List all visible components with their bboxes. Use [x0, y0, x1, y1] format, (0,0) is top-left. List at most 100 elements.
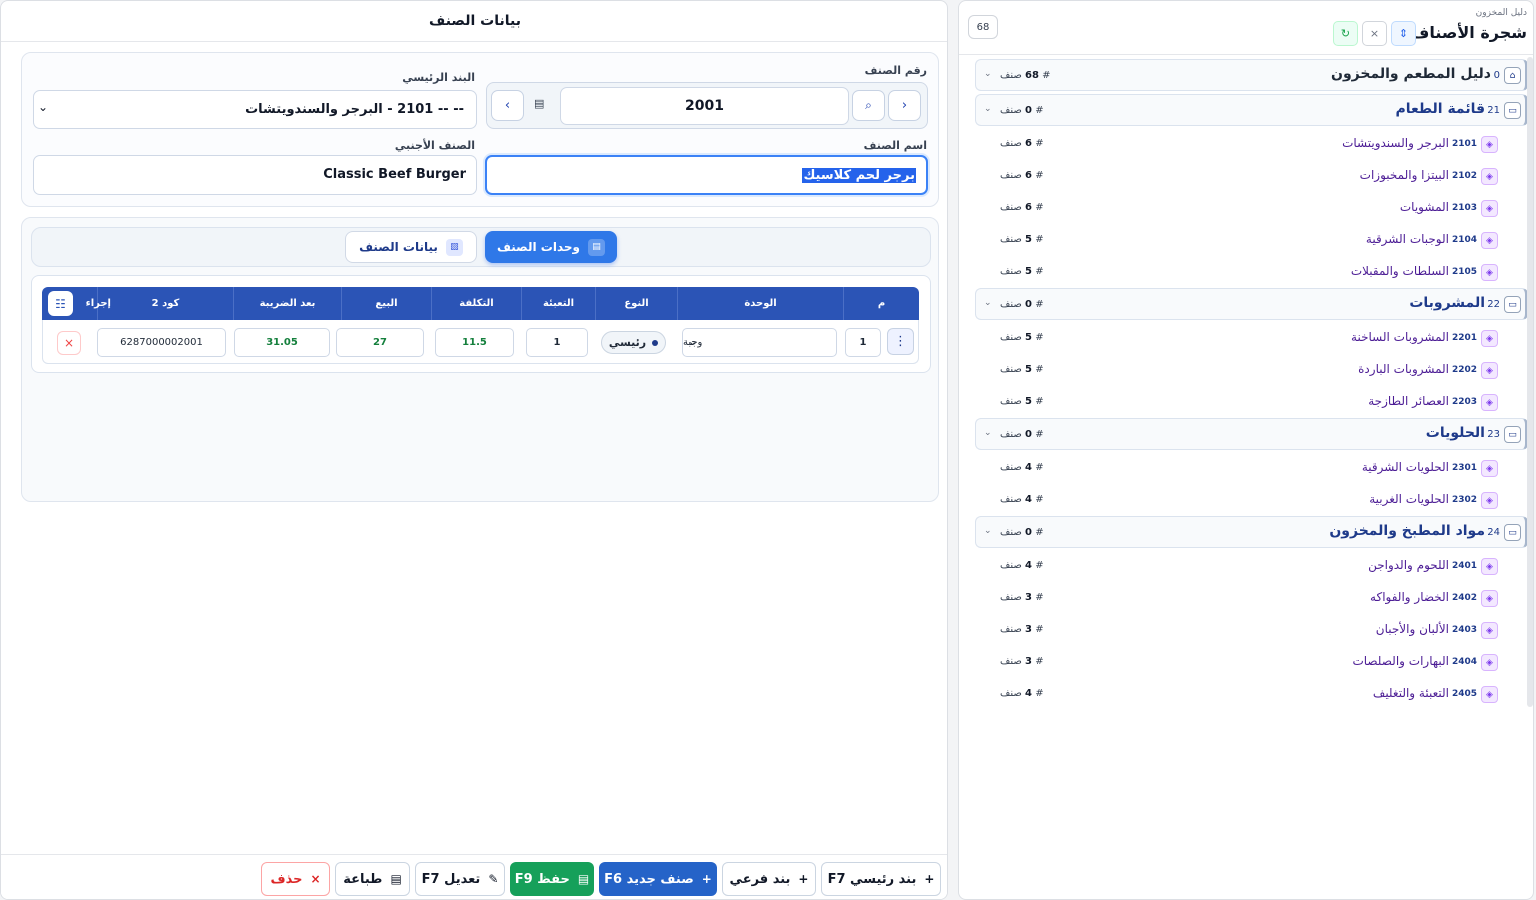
row-index[interactable]: 1	[845, 328, 881, 357]
save-button[interactable]: ▤ حفظ F9	[510, 862, 594, 896]
add-sub-item-label: بند فرعي	[729, 871, 791, 887]
sort-button[interactable]: ⇕	[1391, 21, 1416, 46]
code2-input[interactable]: 6287000002001	[97, 328, 226, 357]
node-label: اللحوم والدواجن	[1368, 558, 1449, 572]
foreign-name-label: الصنف الأجنبي	[394, 139, 475, 152]
tree-subtitle: دليل المخزون	[1475, 8, 1527, 18]
cost-input[interactable]: 11.5	[435, 328, 514, 357]
tree-leaf-node[interactable]: ◈ 2203 العصائر الطازجة # 5 صنف	[959, 386, 1533, 418]
node-code: 2104	[1451, 235, 1477, 245]
edit-button[interactable]: ✎ تعديل F7	[415, 862, 505, 896]
prev-item-button[interactable]: ‹	[888, 90, 921, 121]
delete-button[interactable]: × حذف	[261, 862, 330, 896]
tree-leaf-node[interactable]: ◈ 2403 الألبان والأجبان # 3 صنف	[959, 614, 1533, 646]
type-badge[interactable]: رئيسي	[601, 331, 666, 354]
node-code: 0	[1493, 70, 1500, 81]
next-item-button[interactable]: ›	[491, 90, 524, 121]
list-icon[interactable]: ▤	[534, 97, 544, 110]
unit-select[interactable]: وجبة ⌄	[682, 328, 837, 357]
node-count: # 6 صنف	[1000, 170, 1044, 181]
layers-icon: ◈	[1481, 394, 1498, 411]
node-code: 2101	[1451, 139, 1477, 149]
tree-leaf-node[interactable]: ◈ 2104 الوجبات الشرقية # 5 صنف	[959, 224, 1533, 256]
node-count: # 6 صنف	[1000, 138, 1044, 149]
tree-group-node[interactable]: ▭ 22 المشروبات # 0 صنف ⌄	[975, 288, 1528, 320]
new-item-label: صنف جديد F6	[604, 871, 694, 887]
node-count: # 0 صنف	[1000, 105, 1044, 116]
chevron-down-icon[interactable]: ⌄	[984, 428, 992, 438]
tree-leaf-node[interactable]: ◈ 2404 البهارات والصلصات # 3 صنف	[959, 646, 1533, 678]
node-count: # 5 صنف	[1000, 234, 1044, 245]
tree-leaf-node[interactable]: ◈ 2101 البرجر والسندويتشات # 6 صنف	[959, 128, 1533, 160]
action-toolbar: + بند رئيسي F7 + بند فرعي + صنف جديد F6 …	[1, 854, 947, 899]
chevron-down-icon: ⌄	[38, 100, 49, 114]
chevron-down-icon[interactable]: ⌄	[984, 104, 992, 114]
add-main-item-label: بند رئيسي F7	[827, 871, 917, 887]
tree-group-node[interactable]: ▭ 23 الحلويات # 0 صنف ⌄	[975, 418, 1528, 450]
chevron-down-icon[interactable]: ⌄	[984, 526, 992, 536]
tree-leaf-node[interactable]: ◈ 2102 البيتزا والمخبوزات # 6 صنف	[959, 160, 1533, 192]
layers-icon: ◈	[1481, 362, 1498, 379]
tree-leaf-node[interactable]: ◈ 2301 الحلويات الشرقية # 4 صنف	[959, 452, 1533, 484]
item-number-group: ‹ ⌕ 2001 ▤ ›	[486, 82, 928, 129]
col-cost: التكلفة	[431, 287, 521, 320]
tree-group-node[interactable]: ▭ 21 قائمة الطعام # 0 صنف ⌄	[975, 94, 1528, 126]
tree-leaf-node[interactable]: ◈ 2402 الخضار والفواكه # 3 صنف	[959, 582, 1533, 614]
tree-group-node[interactable]: ▭ 24 مواد المطبخ والمخزون # 0 صنف ⌄	[975, 516, 1528, 548]
chevron-left-icon: ‹	[901, 98, 908, 113]
col-after-tax: بعد الضريبة	[233, 287, 341, 320]
col-action-label: إجراء	[85, 298, 111, 309]
print-label: طباعة	[343, 871, 383, 887]
item-name-input[interactable]: برجر لحم كلاسيك	[485, 155, 928, 195]
chevron-down-icon[interactable]: ⌄	[984, 69, 992, 79]
panel-header: بيانات الصنف	[1, 1, 947, 42]
node-code: 2301	[1451, 463, 1477, 473]
row-menu-button[interactable]: ⋮	[887, 328, 914, 355]
tree-leaf-node[interactable]: ◈ 2201 المشروبات الساخنة # 5 صنف	[959, 322, 1533, 354]
add-sub-item-button[interactable]: + بند فرعي	[722, 862, 816, 896]
node-code: 22	[1487, 299, 1500, 310]
new-item-button[interactable]: + صنف جديد F6	[599, 862, 717, 896]
price-input[interactable]: 27	[336, 328, 424, 357]
parent-item-select[interactable]: -- -- 2101 - البرجر والسندويتشات ⌄	[33, 90, 477, 129]
node-count: # 68 صنف	[1000, 70, 1051, 81]
tab-item-data[interactable]: ▨ بيانات الصنف	[345, 231, 477, 263]
refresh-button[interactable]: ↻	[1333, 21, 1358, 46]
parent-item-value: -- -- 2101 - البرجر والسندويتشات	[245, 102, 464, 117]
tree-leaf-node[interactable]: ◈ 2202 المشروبات الباردة # 5 صنف	[959, 354, 1533, 386]
foreign-name-input[interactable]: Classic Beef Burger	[33, 155, 477, 195]
tree-leaf-node[interactable]: ◈ 2405 التعبئة والتغليف # 4 صنف	[959, 678, 1533, 710]
pencil-icon: ✎	[488, 872, 499, 886]
tree-leaf-node[interactable]: ◈ 2105 السلطات والمقبلات # 5 صنف	[959, 256, 1533, 288]
col-index: م	[843, 287, 919, 320]
tree-leaf-node[interactable]: ◈ 2401 اللحوم والدواجن # 4 صنف	[959, 550, 1533, 582]
category-tree-panel: دليل المخزون شجرة الأصناف ⇕ × ↻ 68 ⌂ 0 دلي…	[958, 0, 1534, 900]
chevron-down-icon: ⌄	[688, 335, 698, 348]
tree-scrollbar[interactable]	[1527, 57, 1533, 707]
layers-icon: ◈	[1481, 558, 1498, 575]
image-icon: ▨	[445, 238, 463, 256]
node-code: 2402	[1451, 593, 1477, 603]
grid-menu-icon[interactable]: ☷	[48, 291, 73, 316]
tabs-bar: ▤ وحدات الصنف ▨ بيانات الصنف	[31, 227, 931, 267]
node-label: المشروبات	[1409, 295, 1485, 311]
tree-root-node[interactable]: ⌂ 0 دليل المطعم والمخزون # 68 صنف ⌄	[975, 59, 1528, 91]
tab-item-units[interactable]: ▤ وحدات الصنف	[485, 231, 617, 263]
clear-button[interactable]: ×	[1362, 21, 1387, 46]
add-main-item-button[interactable]: + بند رئيسي F7	[821, 862, 941, 896]
print-button[interactable]: ▤ طباعة	[335, 862, 410, 896]
item-number-input[interactable]: 2001	[560, 87, 849, 125]
tree-leaf-node[interactable]: ◈ 2302 الحلويات الغربية # 4 صنف	[959, 484, 1533, 516]
page-title: بيانات الصنف	[429, 13, 521, 29]
delete-row-button[interactable]: ×	[57, 331, 81, 355]
chevron-down-icon[interactable]: ⌄	[984, 298, 992, 308]
layers-icon: ◈	[1481, 136, 1498, 153]
node-count: # 4 صنف	[1000, 462, 1044, 473]
refresh-icon: ↻	[1340, 27, 1351, 40]
search-item-button[interactable]: ⌕	[852, 90, 885, 121]
tree-leaf-node[interactable]: ◈ 2103 المشويات # 6 صنف	[959, 192, 1533, 224]
node-count: # 6 صنف	[1000, 202, 1044, 213]
pack-input[interactable]: 1	[526, 328, 588, 357]
after-tax-input[interactable]: 31.05	[234, 328, 330, 357]
node-label: البرجر والسندويتشات	[1342, 136, 1449, 150]
